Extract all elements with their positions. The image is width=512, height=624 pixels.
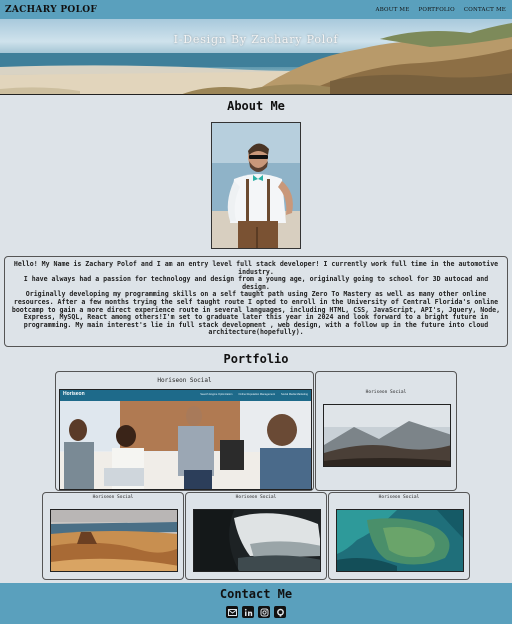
top-navbar: ZACHARY POLOF ABOUT ME PORTFOLIO CONTACT… bbox=[0, 0, 512, 19]
sea-cave-illustration bbox=[194, 510, 320, 571]
site-brand[interactable]: ZACHARY POLOF bbox=[5, 5, 97, 15]
beach-dunes-image bbox=[0, 23, 512, 94]
featured-banner-logo: Horiseon bbox=[63, 391, 85, 397]
featured-banner-link: Online Reputation Management bbox=[238, 393, 276, 396]
portfolio-heading: Portfolio bbox=[223, 352, 289, 366]
bio-paragraph-1: Hello! My Name is Zachary Polof and I am… bbox=[13, 260, 499, 276]
mountain-landscape-image bbox=[323, 404, 451, 467]
portfolio-card-coast[interactable]: Horiseon Social bbox=[328, 492, 470, 580]
portfolio-card-title: Horiseon Social bbox=[157, 377, 212, 384]
main-nav: ABOUT ME PORTFOLIO CONTACT ME bbox=[376, 7, 506, 13]
mountain-landscape-illustration bbox=[324, 405, 450, 466]
portfolio-card-desert[interactable]: Horiseon Social bbox=[42, 492, 184, 580]
portfolio-card-title: Horiseon Social bbox=[378, 495, 420, 500]
hero-title: I-Design By Zachary Polof bbox=[173, 33, 339, 46]
portfolio-card-title: Horiseon Social bbox=[235, 495, 277, 500]
featured-banner-nav: Search Engine Optimization Online Reputa… bbox=[200, 393, 308, 396]
profile-photo-image bbox=[212, 123, 300, 248]
profile-photo bbox=[211, 122, 301, 249]
featured-banner-link: Search Engine Optimization bbox=[200, 393, 233, 396]
nav-link-contact[interactable]: CONTACT ME bbox=[464, 7, 506, 13]
team-meeting-illustration bbox=[60, 390, 311, 489]
aerial-coast-illustration bbox=[337, 510, 463, 571]
team-meeting-image: Horiseon Search Engine Optimization Onli… bbox=[59, 389, 312, 490]
contact-heading: Contact Me bbox=[219, 587, 293, 601]
linkedin-icon[interactable] bbox=[242, 606, 254, 618]
nav-link-portfolio[interactable]: PORTFOLIO bbox=[418, 7, 454, 13]
desert-canyon-image bbox=[50, 509, 178, 572]
portfolio-card-cave[interactable]: Horiseon Social bbox=[185, 492, 327, 580]
email-icon[interactable] bbox=[226, 606, 238, 618]
github-icon[interactable] bbox=[274, 606, 286, 618]
contact-section: Contact Me bbox=[0, 583, 512, 624]
portfolio-card-featured[interactable]: Horiseon Social Horiseon Search Engine O… bbox=[55, 371, 314, 491]
bio-paragraph-2: I have always had a passion for technolo… bbox=[23, 275, 489, 291]
instagram-icon[interactable] bbox=[258, 606, 270, 618]
featured-banner-link: Social Media Marketing bbox=[281, 393, 308, 396]
desert-canyon-illustration bbox=[51, 510, 177, 571]
portfolio-card-title: Horiseon Social bbox=[92, 495, 134, 500]
sea-cave-image bbox=[193, 509, 321, 572]
portfolio-card-mountain[interactable]: Horiseon Social bbox=[315, 371, 457, 491]
nav-link-about[interactable]: ABOUT ME bbox=[376, 7, 410, 13]
social-icons bbox=[0, 606, 512, 618]
hero-banner: I-Design By Zachary Polof bbox=[0, 19, 512, 95]
aerial-coast-image bbox=[336, 509, 464, 572]
about-heading: About Me bbox=[227, 99, 285, 113]
portfolio-card-title: Horiseon Social bbox=[365, 390, 407, 395]
bio-paragraph-3: Originally developing my programming ski… bbox=[11, 290, 501, 337]
bio-box: Hello! My Name is Zachary Polof and I am… bbox=[4, 256, 508, 347]
